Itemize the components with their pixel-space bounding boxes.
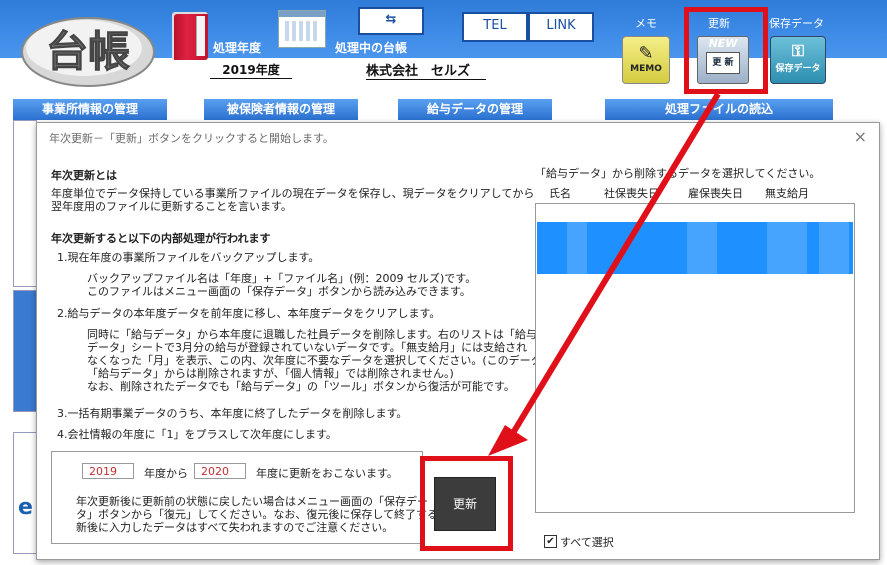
list-caption: 「給与データ」から削除するデータを選択してください。 (535, 167, 821, 180)
save-label: 保存データ (769, 17, 824, 30)
column-name: 氏名 (549, 187, 571, 200)
tel-button[interactable]: TEL (462, 12, 528, 42)
year-label: 処理年度 (213, 41, 262, 55)
memo-icon[interactable]: ✎ MEMO (622, 36, 670, 84)
company-name: 株式会社 セルズ (366, 60, 486, 80)
desc-line-2: 翌年度用のファイルに更新することを言います。 (51, 200, 292, 213)
app-logo: 台帳 (21, 17, 155, 87)
calendar-icon[interactable] (278, 10, 326, 48)
warning-line-3: 新後に入力したデータはすべて失われますのでご注意ください。 (76, 521, 394, 534)
svg-text:台帳: 台帳 (46, 27, 130, 76)
highlight-update-button (420, 456, 513, 551)
step-1: 1.現在年度の事業所ファイルをバックアップします。 (57, 251, 320, 264)
step-2-note-5: なお、削除されたデータでも「給与データ」の「ツール」ボタンから復活が可能です。 (87, 380, 515, 393)
tab-load-file[interactable]: 処理ファイルの読込 (605, 99, 833, 120)
column-employment-insurance-loss: 雇保喪失日 (688, 187, 743, 200)
left-panel-2 (13, 290, 37, 412)
step-1-note-2: このファイルはメニュー画面の「保存データ」ボタンから読み込みできます。 (87, 285, 471, 298)
select-all-checkbox[interactable]: ✔ (544, 535, 557, 548)
left-panel-3: e (13, 432, 37, 554)
dialog-title: 年次更新－「更新」ボタンをクリックすると開始します。 (49, 132, 334, 145)
ledger-label: 処理中の台帳 (335, 41, 408, 55)
to-year-suffix: 年度に更新をおこないます。 (256, 467, 398, 480)
memo-label: メモ (635, 17, 657, 30)
binder-icon (172, 12, 208, 60)
to-year-field[interactable]: 2020 (194, 463, 246, 479)
column-social-insurance-loss: 社保喪失日 (604, 187, 659, 200)
tab-insured-info[interactable]: 被保険者情報の管理 (204, 99, 358, 120)
side-logo-letter: e (18, 495, 33, 520)
from-year-field[interactable]: 2019 (82, 463, 134, 479)
link-button[interactable]: LINK (528, 12, 594, 42)
tab-salary-data[interactable]: 給与データの管理 (398, 99, 552, 120)
selected-rows[interactable] (537, 222, 853, 274)
employee-list[interactable] (535, 203, 855, 513)
close-icon[interactable]: × (854, 127, 867, 146)
switch-arrows-icon[interactable]: ⇆ (358, 7, 424, 35)
key-icon: ⚿ (791, 41, 805, 60)
save-icon-text: 保存データ (775, 64, 821, 74)
update-info-box: 2019 年度から 2020 年度に更新をおこないます。 年次更新後に更新前の状… (51, 451, 471, 544)
step-2: 2.給与データの本年度データを前年度に移し、本年度データをクリアします。 (57, 307, 441, 320)
memo-icon-text: MEMO (630, 64, 662, 74)
column-no-pay-month: 無支給月 (765, 187, 809, 200)
pencil-icon: ✎ (638, 43, 654, 64)
processing-year: 2019年度 (210, 61, 292, 79)
from-year-suffix: 年度から (144, 467, 188, 480)
step-3: 3.一括有期事業データのうち、本年度に終了したデータを削除します。 (57, 407, 408, 420)
step-4: 4.会社情報の年度に「1」をプラスして次年度にします。 (57, 428, 337, 441)
save-data-icon[interactable]: ⚿ 保存データ (770, 36, 826, 84)
highlight-update-icon (684, 7, 768, 94)
tab-office-info[interactable]: 事業所情報の管理 (13, 99, 167, 120)
annual-update-dialog: 年次更新－「更新」ボタンをクリックすると開始します。 × 年次更新とは 年度単位… (36, 122, 880, 560)
heading-about: 年次更新とは (51, 169, 117, 182)
heading-process: 年次更新すると以下の内部処理が行われます (51, 232, 271, 245)
select-all-label: すべて選択 (560, 536, 614, 549)
left-panel-1 (13, 120, 37, 287)
